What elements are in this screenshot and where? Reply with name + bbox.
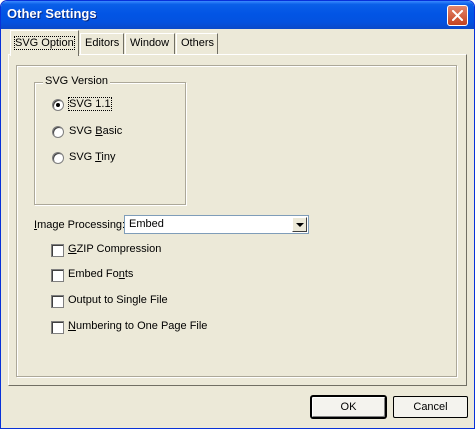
close-icon: [452, 10, 463, 21]
tab-window[interactable]: Window: [125, 33, 175, 54]
tab-label: Others: [181, 37, 215, 49]
tab-label: SVG Option: [14, 36, 75, 50]
title-bar[interactable]: Other Settings: [1, 1, 474, 29]
tab-svg-option[interactable]: SVG Option: [10, 30, 79, 56]
tab-others[interactable]: Others: [176, 33, 218, 54]
tab-label: Window: [130, 37, 170, 49]
cancel-button[interactable]: Cancel: [393, 396, 468, 418]
tab-panel-svg-option: [8, 54, 467, 386]
close-button[interactable]: [447, 5, 468, 26]
dialog-window: Other Settings SVG Option Editors Window…: [0, 0, 475, 429]
tab-editors[interactable]: Editors: [80, 33, 124, 54]
options-panel: [16, 65, 457, 377]
dialog-client-area: SVG Option Editors Window Others SVG Ver…: [4, 29, 471, 426]
tab-label: Editors: [85, 37, 120, 49]
ok-button[interactable]: OK: [311, 396, 386, 418]
window-title: Other Settings: [7, 6, 97, 21]
